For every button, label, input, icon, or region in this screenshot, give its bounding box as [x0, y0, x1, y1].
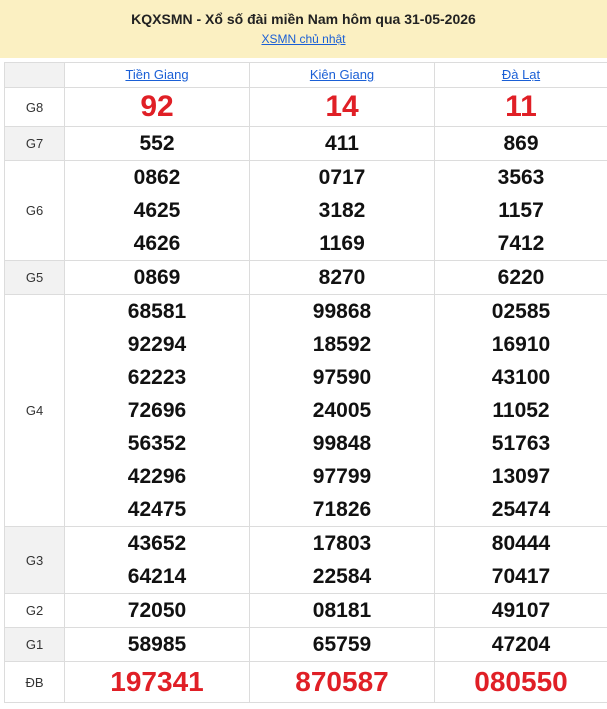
prize-number: 99848: [312, 432, 372, 455]
prize-number: 64214: [127, 565, 187, 588]
prize-label: G5: [4, 260, 65, 295]
prize-number: 92: [64, 87, 250, 127]
prize-number: 68581: [127, 300, 187, 323]
special-prize-number: 197341: [64, 661, 250, 703]
prize-number: 56352: [127, 432, 187, 455]
prize-number: 11: [434, 87, 607, 127]
prize-row-special: ĐB 197341 870587 080550: [4, 661, 607, 703]
prize-cell: 43652 64214: [64, 526, 250, 594]
prize-number: 02585: [491, 300, 551, 323]
prize-row-g2: G2 72050 08181 49107: [4, 593, 607, 628]
province-header-cell: Tiền Giang: [64, 62, 250, 88]
prize-cell: 3563 1157 7412: [434, 160, 607, 261]
results-header: KQXSMN - Xổ số đài miền Nam hôm qua 31-0…: [0, 0, 607, 58]
prize-label: G6: [4, 160, 65, 261]
prize-number: 80444: [491, 532, 551, 555]
prize-number: 14: [249, 87, 435, 127]
prize-number: 552: [64, 126, 250, 161]
prize-row-g8: G8 92 14 11: [4, 87, 607, 127]
prize-number: 0717: [318, 166, 366, 189]
prize-number: 4625: [133, 199, 181, 222]
prize-row-g7: G7 552 411 869: [4, 126, 607, 161]
prize-number: 47204: [434, 627, 607, 662]
prize-number: 4626: [133, 232, 181, 255]
prize-number: 65759: [249, 627, 435, 662]
special-prize-number: 080550: [434, 661, 607, 703]
prize-number: 13097: [491, 465, 551, 488]
prize-number: 6220: [434, 260, 607, 295]
prize-number: 97590: [312, 366, 372, 389]
prize-number: 24005: [312, 399, 372, 422]
prize-number: 3182: [318, 199, 366, 222]
prize-number: 0869: [64, 260, 250, 295]
prize-number: 22584: [312, 565, 372, 588]
prize-label: G2: [4, 593, 65, 628]
prize-number: 411: [249, 126, 435, 161]
prize-label: G7: [4, 126, 65, 161]
prize-number: 58985: [64, 627, 250, 662]
prize-row-g1: G1 58985 65759 47204: [4, 627, 607, 662]
prize-number: 869: [434, 126, 607, 161]
prize-row-g4: G4 68581 92294 62223 72696 56352 42296 4…: [4, 294, 607, 527]
prize-number: 3563: [497, 166, 545, 189]
prize-number: 72696: [127, 399, 187, 422]
prize-number: 08181: [249, 593, 435, 628]
prize-number: 7412: [497, 232, 545, 255]
prize-cell: 17803 22584: [249, 526, 435, 594]
prize-number: 1169: [319, 232, 365, 255]
prize-number: 18592: [312, 333, 372, 356]
prize-row-g3: G3 43652 64214 17803 22584 80444 70417: [4, 526, 607, 594]
prize-cell: 80444 70417: [434, 526, 607, 594]
prize-number: 42475: [127, 498, 187, 521]
province-link-da-lat[interactable]: Đà Lạt: [502, 67, 540, 82]
lottery-results-table: Tiền Giang Kiên Giang Đà Lạt G8 92 14 11…: [4, 62, 607, 703]
prize-number: 8270: [249, 260, 435, 295]
prize-number: 92294: [127, 333, 187, 356]
prize-label: G8: [4, 87, 65, 127]
page-title: KQXSMN - Xổ số đài miền Nam hôm qua 31-0…: [131, 11, 476, 27]
prize-number: 16910: [491, 333, 551, 356]
province-header-cell: Đà Lạt: [434, 62, 607, 88]
province-header-cell: Kiên Giang: [249, 62, 435, 88]
prize-number: 70417: [491, 565, 551, 588]
special-prize-number: 870587: [249, 661, 435, 703]
province-header-row: Tiền Giang Kiên Giang Đà Lạt: [4, 62, 607, 88]
prize-label: G4: [4, 294, 65, 527]
prize-label: ĐB: [4, 661, 65, 703]
prize-row-g5: G5 0869 8270 6220: [4, 260, 607, 295]
corner-cell: [4, 62, 65, 88]
prize-number: 0862: [133, 166, 181, 189]
results-page: KQXSMN - Xổ số đài miền Nam hôm qua 31-0…: [0, 0, 607, 709]
prize-number: 1157: [498, 199, 544, 222]
prize-cell: 02585 16910 43100 11052 51763 13097 2547…: [434, 294, 607, 527]
prize-number: 42296: [127, 465, 187, 488]
prize-number: 17803: [312, 532, 372, 555]
prize-number: 25474: [491, 498, 551, 521]
prize-number: 49107: [434, 593, 607, 628]
prize-number: 43652: [127, 532, 187, 555]
prize-label: G3: [4, 526, 65, 594]
prize-number: 62223: [127, 366, 187, 389]
province-link-tien-giang[interactable]: Tiền Giang: [125, 67, 188, 82]
prize-cell: 99868 18592 97590 24005 99848 97799 7182…: [249, 294, 435, 527]
prize-number: 97799: [312, 465, 372, 488]
prize-number: 51763: [491, 432, 551, 455]
xsmn-sunday-link[interactable]: XSMN chủ nhật: [0, 32, 607, 46]
prize-label: G1: [4, 627, 65, 662]
prize-number: 43100: [491, 366, 551, 389]
prize-number: 71826: [312, 498, 372, 521]
prize-row-g6: G6 0862 4625 4626 0717 3182 1169 3563 11…: [4, 160, 607, 261]
prize-cell: 68581 92294 62223 72696 56352 42296 4247…: [64, 294, 250, 527]
prize-number: 72050: [64, 593, 250, 628]
province-link-kien-giang[interactable]: Kiên Giang: [310, 67, 374, 82]
prize-cell: 0862 4625 4626: [64, 160, 250, 261]
prize-number: 11052: [492, 399, 550, 422]
prize-cell: 0717 3182 1169: [249, 160, 435, 261]
prize-number: 99868: [312, 300, 372, 323]
